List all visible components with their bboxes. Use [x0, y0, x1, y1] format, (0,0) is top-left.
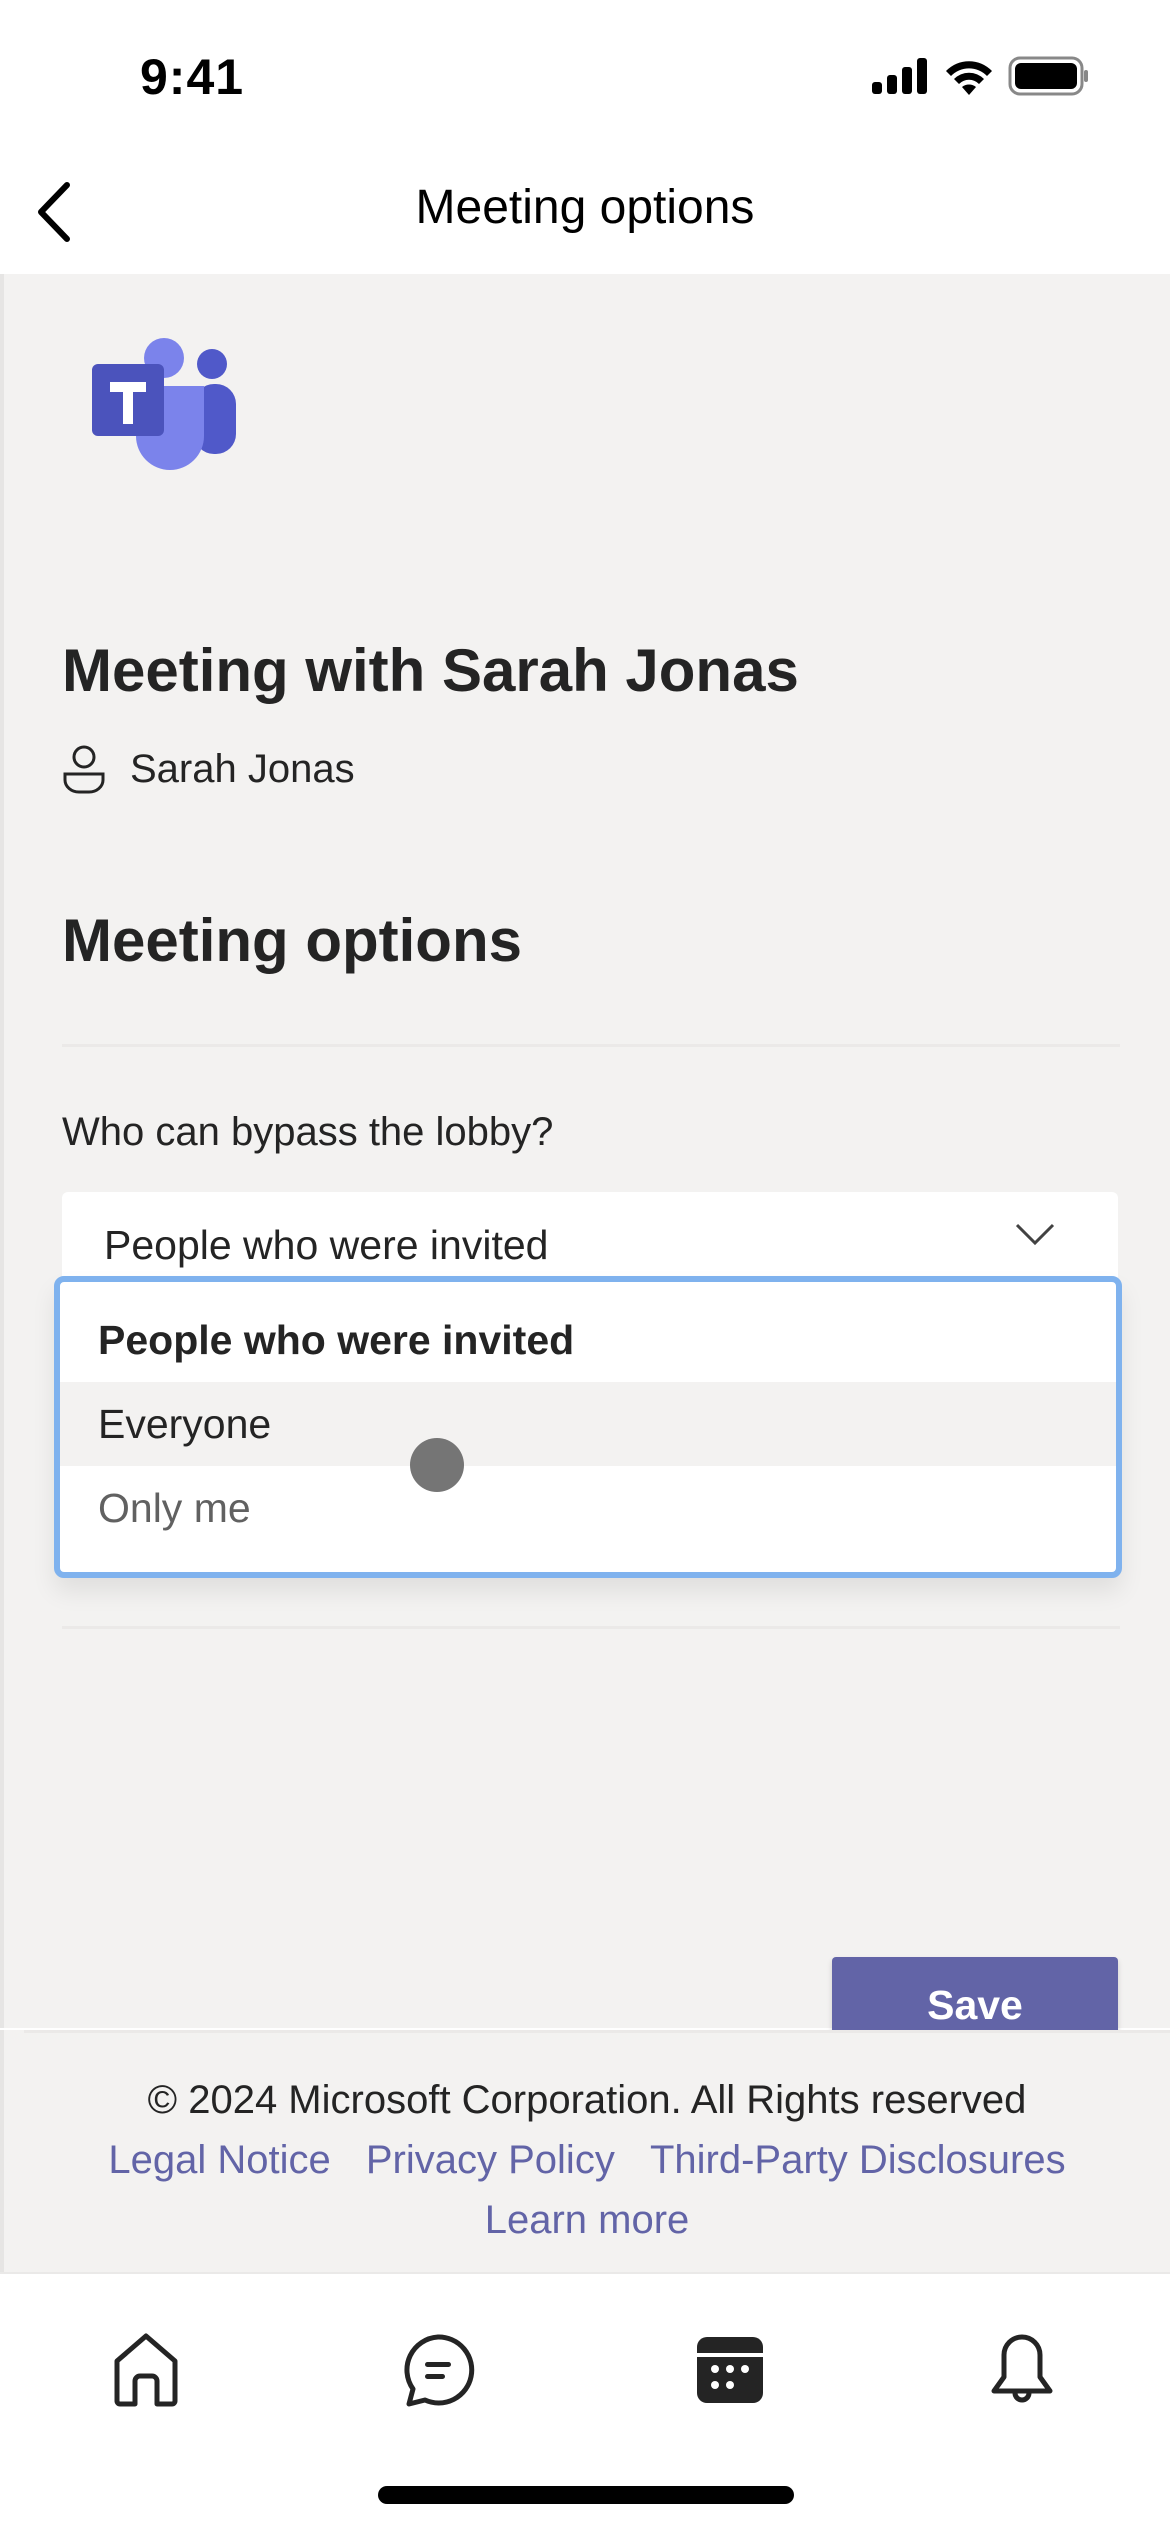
organizer-name: Sarah Jonas — [130, 746, 355, 791]
tab-chat[interactable] — [388, 2320, 488, 2420]
tab-home[interactable] — [96, 2320, 196, 2420]
footer-divider — [24, 2030, 1170, 2033]
microsoft-teams-logo — [92, 338, 236, 470]
cellular-signal-icon — [872, 58, 927, 94]
footer: © 2024 Microsoft Corporation. All Rights… — [0, 2030, 1170, 2272]
person-icon — [63, 745, 105, 794]
chevron-down-icon — [1015, 1223, 1055, 1246]
dropdown-option-only-me[interactable]: Only me — [60, 1466, 1116, 1550]
lobby-bypass-selected-value: People who were invited — [104, 1222, 549, 1268]
meeting-options-page: Meeting with Sarah Jonas Sarah Jonas Mee… — [0, 274, 1170, 2053]
navigation-bar: Meeting options — [0, 150, 1170, 274]
privacy-policy-link[interactable]: Privacy Policy — [366, 2138, 615, 2182]
field-divider — [62, 1626, 1120, 1629]
bell-icon — [991, 2334, 1053, 2403]
tab-activity[interactable] — [972, 2320, 1072, 2420]
footer-links: Legal Notice Privacy Policy Third-Party … — [4, 2138, 1170, 2183]
battery-icon — [1008, 56, 1088, 96]
meeting-organizer: Sarah Jonas — [62, 744, 355, 794]
meeting-title: Meeting with Sarah Jonas — [62, 637, 799, 704]
dropdown-option-everyone[interactable]: Everyone — [60, 1382, 1116, 1466]
lobby-bypass-dropdown: People who were invited Everyone Only me — [54, 1276, 1122, 1578]
wifi-icon — [946, 61, 992, 95]
chat-icon — [404, 2334, 475, 2407]
third-party-disclosures-link[interactable]: Third-Party Disclosures — [650, 2138, 1066, 2182]
status-time: 9:41 — [140, 49, 245, 105]
home-icon — [114, 2333, 178, 2407]
nav-title: Meeting options — [415, 181, 755, 234]
learn-more-link[interactable]: Learn more — [485, 2198, 690, 2242]
section-title: Meeting options — [62, 907, 522, 974]
legal-notice-link[interactable]: Legal Notice — [108, 2138, 330, 2182]
status-icons — [872, 56, 1090, 96]
lobby-bypass-label: Who can bypass the lobby? — [62, 1110, 554, 1154]
section-divider — [62, 1044, 1120, 1047]
lobby-bypass-select[interactable]: People who were invited — [62, 1192, 1118, 1288]
footer-copyright: © 2024 Microsoft Corporation. All Rights… — [147, 2078, 1027, 2122]
home-indicator[interactable] — [378, 2486, 794, 2504]
dropdown-option-people-who-were-invited[interactable]: People who were invited — [60, 1298, 1116, 1382]
tab-calendar[interactable] — [680, 2320, 780, 2420]
status-bar: 9:41 — [0, 0, 1170, 150]
calendar-icon — [697, 2337, 763, 2403]
touch-indicator — [410, 1438, 464, 1492]
footer-learn-more: Learn more — [4, 2198, 1170, 2243]
